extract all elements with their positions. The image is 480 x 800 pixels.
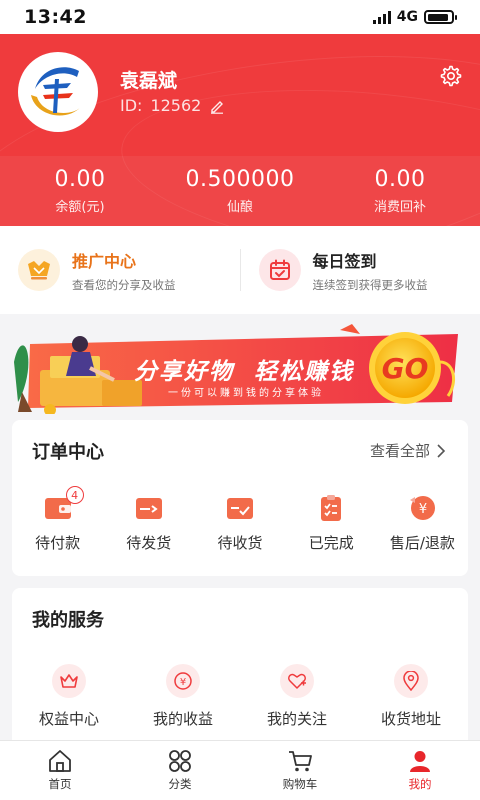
- category-icon: [169, 750, 191, 772]
- order-status-label: 已完成: [308, 534, 354, 552]
- order-to-receive[interactable]: 待收货: [194, 494, 285, 553]
- svg-text:¥: ¥: [180, 677, 186, 688]
- status-time: 13:42: [24, 6, 87, 28]
- stat-value: 0.00: [54, 167, 106, 192]
- status-indicators: 4G: [372, 9, 457, 25]
- view-all-orders-link[interactable]: 查看全部: [370, 440, 446, 461]
- service-label: 权益中心: [38, 710, 99, 728]
- promo-title: 推广中心: [72, 251, 137, 271]
- signal-icon: [372, 10, 391, 24]
- view-all-label: 查看全部: [369, 442, 430, 460]
- tab-mine[interactable]: 我的: [360, 741, 480, 800]
- clipboard-check-icon: [321, 495, 342, 521]
- stat-consumption-rebate[interactable]: 0.00 消费回补: [320, 156, 480, 226]
- settings-gear-icon[interactable]: [438, 64, 462, 88]
- refund-icon: ¥: [410, 496, 436, 520]
- diamond-crown-icon: [18, 249, 60, 291]
- order-completed[interactable]: 已完成: [286, 494, 377, 553]
- stat-balance[interactable]: 0.00 余额(元): [0, 156, 160, 226]
- user-id-row: ID: 12562: [120, 96, 225, 115]
- order-status-label: 售后/退款: [389, 534, 455, 552]
- crown-icon: [52, 664, 86, 698]
- user-icon: [410, 751, 430, 772]
- tab-label: 首页: [48, 777, 72, 791]
- order-status-label: 待收货: [217, 534, 263, 552]
- order-center-card: 订单中心 查看全部 4 待付款 待发货 待收货 已完成 ¥ 售后/退款: [12, 420, 468, 576]
- share-earn-banner[interactable]: 分享好物 轻松赚钱 一份可以赚到钱的分享体验 GO: [10, 322, 470, 416]
- stat-label: 消费回补: [373, 200, 426, 215]
- yuan-icon: ¥: [166, 664, 200, 698]
- daily-checkin-entry[interactable]: 每日签到 连续签到获得更多收益: [241, 248, 480, 293]
- stat-value: 0.00: [374, 167, 426, 192]
- stat-label: 仙酿: [226, 200, 253, 215]
- service-benefits-center[interactable]: 权益中心: [12, 664, 126, 729]
- banner-go-button[interactable]: GO: [375, 352, 435, 385]
- tab-label: 分类: [168, 777, 192, 791]
- promo-subtitle: 连续签到获得更多收益: [312, 277, 428, 292]
- status-bar: 13:42 4G: [0, 0, 480, 34]
- wallet-stats: 0.00 余额(元) 0.500000 仙酿 0.00 消费回补: [0, 156, 480, 226]
- stat-xianniang[interactable]: 0.500000 仙酿: [160, 156, 320, 226]
- order-pending-payment[interactable]: 4 待付款: [12, 486, 103, 553]
- avatar[interactable]: [18, 52, 98, 132]
- order-after-sales[interactable]: ¥ 售后/退款: [377, 494, 468, 553]
- profile-header: 袁磊斌 ID: 12562 0.00 余额(元) 0.500000 仙酿 0.0…: [0, 34, 480, 226]
- calendar-check-icon: [258, 249, 301, 291]
- tab-label: 购物车: [282, 777, 318, 791]
- location-icon: [394, 664, 428, 698]
- user-name: 袁磊斌: [120, 70, 178, 92]
- stat-label: 余额(元): [55, 200, 105, 215]
- promo-title: 每日签到: [312, 251, 377, 271]
- service-label: 收货地址: [380, 710, 441, 728]
- home-icon: [49, 750, 71, 772]
- order-status-grid: 4 待付款 待发货 待收货 已完成 ¥ 售后/退款: [12, 486, 468, 553]
- service-my-follows[interactable]: 我的关注: [240, 664, 354, 729]
- box-check-icon: [227, 498, 253, 519]
- edit-icon[interactable]: [209, 98, 225, 114]
- service-my-earnings[interactable]: ¥ 我的收益: [126, 664, 240, 729]
- order-status-label: 待发货: [126, 534, 172, 552]
- promo-row: 推广中心 查看您的分享及收益 每日签到 连续签到获得更多收益: [0, 226, 480, 314]
- chevron-right-icon: [437, 443, 446, 458]
- network-type: 4G: [396, 9, 418, 25]
- my-services-card: 我的服务 权益中心 ¥ 我的收益 我的关注 收货地址: [12, 588, 468, 748]
- service-shipping-address[interactable]: 收货地址: [354, 664, 468, 729]
- bottom-tab-bar: 首页 分类 购物车 我的: [0, 740, 480, 800]
- promotion-center-entry[interactable]: 推广中心 查看您的分享及收益: [0, 248, 240, 293]
- tab-home[interactable]: 首页: [0, 741, 120, 800]
- cart-icon: [289, 751, 312, 772]
- avatar-logo-image: [21, 55, 95, 129]
- my-services-title: 我的服务: [32, 610, 104, 631]
- banner-subline: 一份可以赚到钱的分享体验: [168, 388, 324, 399]
- banner-headline: 分享好物 轻松赚钱: [134, 359, 355, 385]
- order-to-ship[interactable]: 待发货: [103, 494, 194, 553]
- svg-text:¥: ¥: [419, 502, 427, 517]
- tab-cart[interactable]: 购物车: [240, 741, 360, 800]
- order-status-label: 待付款: [35, 534, 81, 552]
- tab-label: 我的: [408, 777, 432, 791]
- service-label: 我的关注: [266, 710, 327, 728]
- promo-subtitle: 查看您的分享及收益: [72, 277, 176, 292]
- services-grid: 权益中心 ¥ 我的收益 我的关注 收货地址: [12, 664, 468, 729]
- tab-category[interactable]: 分类: [120, 741, 240, 800]
- heart-plus-icon: [280, 664, 314, 698]
- service-label: 我的收益: [152, 710, 213, 728]
- stat-value: 0.500000: [185, 167, 295, 192]
- user-id-value: 12562: [150, 96, 202, 115]
- order-count-badge: 4: [65, 486, 84, 504]
- battery-icon: [424, 10, 457, 24]
- user-id-label: ID:: [120, 96, 143, 115]
- order-center-title: 订单中心: [32, 442, 104, 463]
- box-ship-icon: [135, 498, 162, 519]
